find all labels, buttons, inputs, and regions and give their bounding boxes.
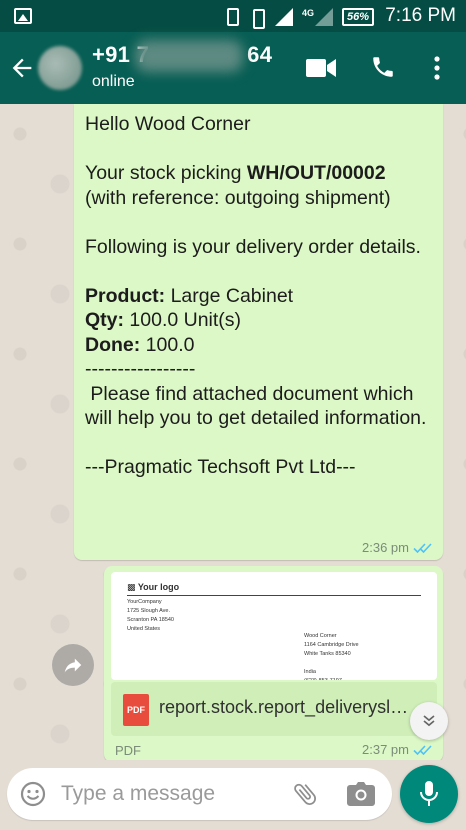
msg-done-value: 100.0 <box>140 333 195 356</box>
contact-name-suffix: 64 <box>247 42 273 67</box>
phone-icon[interactable] <box>370 54 396 80</box>
battery-level: 56% <box>341 8 374 26</box>
network-type: 4G <box>301 7 314 18</box>
preview-logo-text: Your logo <box>137 582 180 592</box>
document-message-bubble[interactable]: ▩ Your logo YourCompany 1725 Slough Ave.… <box>104 566 443 762</box>
more-vert-icon[interactable] <box>428 54 446 82</box>
document-file-name: report.stock.report_deliveryslip.pdf <box>159 697 411 717</box>
composer-bar <box>0 760 466 830</box>
chat-area[interactable]: Hello Wood Corner Your stock picking WH/… <box>0 104 466 762</box>
msg-separator: ----------------- <box>85 358 196 380</box>
msg-greeting: Hello Wood Corner <box>85 113 251 135</box>
mic-icon <box>420 781 438 806</box>
camera-icon[interactable] <box>347 782 375 806</box>
clock: 7:16 PM <box>385 5 456 26</box>
document-file-row[interactable]: PDF report.stock.report_deliveryslip.pdf <box>111 682 437 736</box>
chevron-double-down-icon <box>423 715 435 727</box>
redacted-number <box>135 40 243 72</box>
paperclip-icon[interactable] <box>291 780 319 808</box>
msg-attachment-note: Please find attached document which will… <box>85 382 427 430</box>
emoji-icon[interactable] <box>20 781 46 807</box>
msg-done-label: Done: <box>85 333 141 356</box>
contact-status: online <box>92 73 135 90</box>
composer <box>7 768 392 820</box>
preview-logo: ▩ Your logo <box>127 582 180 592</box>
voice-record-button[interactable] <box>400 765 458 823</box>
msg-following: Following is your delivery order details… <box>85 235 421 258</box>
msg-product-label: Product: <box>85 284 166 307</box>
read-ticks-icon <box>413 542 432 553</box>
forward-icon <box>64 658 82 673</box>
video-call-icon[interactable] <box>306 58 336 78</box>
status-bar: 4G 56% 7:16 PM <box>0 0 466 32</box>
chat-header: +91 7 64 online <box>0 32 466 104</box>
back-arrow-icon[interactable] <box>8 54 36 82</box>
vibrate-icon <box>248 8 266 29</box>
preview-customer-address: Wood Corner 1164 Cambridge Drive White T… <box>304 633 359 680</box>
preview-company-address: YourCompany 1725 Slough Ave. Scranton PA… <box>127 599 174 632</box>
message-text: Hello Wood Corner Your stock picking WH/… <box>85 112 435 480</box>
status-icons: 4G 56% <box>226 6 374 29</box>
document-preview[interactable]: ▩ Your logo YourCompany 1725 Slough Ave.… <box>111 572 437 680</box>
signal-icon <box>274 8 293 26</box>
signal-secondary-icon <box>314 8 333 26</box>
message-bubble[interactable]: Hello Wood Corner Your stock picking WH/… <box>74 104 443 560</box>
read-ticks-icon <box>413 744 432 755</box>
msg-reference-line: (with reference: outgoing shipment) <box>85 186 391 209</box>
msg-qty-value: 100.0 Unit(s) <box>124 309 242 331</box>
message-meta: 2:36 pm <box>362 540 433 555</box>
message-time: 2:37 pm <box>362 742 409 757</box>
scroll-to-bottom-button[interactable] <box>410 702 448 740</box>
forward-button[interactable] <box>52 644 94 686</box>
pdf-icon: PDF <box>123 694 149 726</box>
msg-qty-label: Qty: <box>85 309 124 331</box>
msg-product-value: Large Cabinet <box>165 284 294 307</box>
document-file-type: PDF <box>115 743 141 758</box>
message-time: 2:36 pm <box>362 540 409 555</box>
msg-picking-ref: WH/OUT/00002 <box>246 162 386 184</box>
avatar[interactable] <box>38 46 82 90</box>
image-notification-icon <box>14 8 32 24</box>
phone-outline-icon <box>226 8 239 26</box>
preview-divider <box>127 595 421 596</box>
msg-signature: ---Pragmatic Techsoft Pvt Ltd--- <box>85 456 356 478</box>
msg-intro: Your stock picking <box>85 162 247 184</box>
message-meta: 2:37 pm <box>362 742 433 757</box>
message-input[interactable] <box>61 776 281 812</box>
